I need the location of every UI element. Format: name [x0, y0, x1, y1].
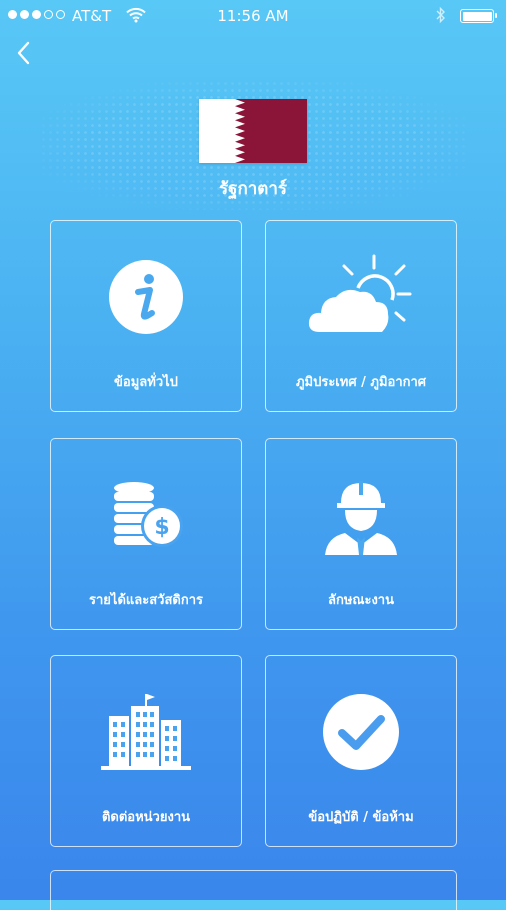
coins-dollar-icon: $	[51, 475, 241, 555]
job-type-card[interactable]: ลักษณะงาน	[265, 438, 457, 630]
clock-time: 11:56 AM	[217, 7, 289, 25]
income-welfare-card[interactable]: $ รายได้และสวัสดิการ	[50, 438, 242, 630]
worker-icon	[266, 475, 456, 555]
info-icon	[51, 257, 241, 337]
card-label: ข้อมูลทั่วไป	[114, 375, 178, 390]
card-label: ลักษณะงาน	[328, 593, 394, 608]
general-info-card[interactable]: ข้อมูลทั่วไป	[50, 220, 242, 412]
contact-agency-card[interactable]: ติดต่อหน่วยงาน	[50, 655, 242, 847]
card-label: ภูมิประเทศ / ภูมิอากาศ	[295, 375, 427, 390]
country-title: รัฐกาตาร์	[218, 179, 288, 199]
card-label: ติดต่อหน่วยงาน	[101, 810, 191, 825]
back-button[interactable]	[12, 38, 40, 68]
geography-climate-card[interactable]: ภูมิประเทศ / ภูมิอากาศ	[265, 220, 457, 412]
weather-icon	[266, 254, 456, 337]
card-label: ข้อปฏิบัติ / ข้อห้าม	[308, 810, 414, 825]
bluetooth-icon	[436, 6, 446, 28]
check-icon	[266, 692, 456, 772]
qatar-flag	[199, 99, 307, 163]
battery-icon	[460, 9, 497, 23]
rules-prohibitions-card[interactable]: ข้อปฏิบัติ / ข้อห้าม	[265, 655, 457, 847]
chevron-left-icon	[17, 41, 30, 65]
card-label: รายได้และสวัสดิการ	[89, 593, 203, 608]
buildings-icon	[51, 692, 241, 772]
additional-card[interactable]	[50, 870, 457, 910]
status-bar: AT&T 11:56 AM	[0, 0, 506, 34]
svg-text:$: $	[154, 515, 169, 540]
